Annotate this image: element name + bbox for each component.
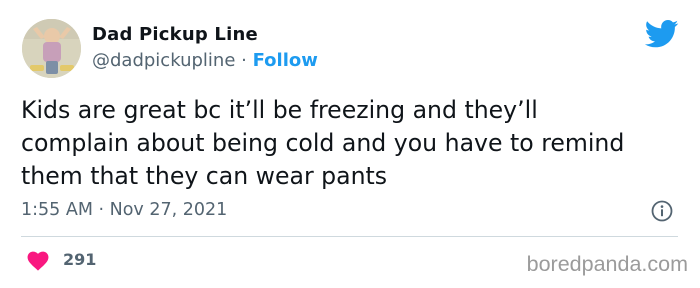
tweet-text-line: them that they can wear pants <box>21 162 388 190</box>
avatar[interactable] <box>22 19 81 78</box>
like-count: 291 <box>63 250 97 269</box>
tweet-text-line: complain about being cold and you have t… <box>21 129 625 157</box>
watermark: boredpanda.com <box>526 252 688 276</box>
handle-separator: · <box>241 50 247 71</box>
divider <box>21 236 678 237</box>
tweet-card: Dad Pickup Line @dadpickupline · Follow … <box>0 0 700 288</box>
author-name[interactable]: Dad Pickup Line <box>92 24 258 45</box>
avatar-image <box>22 19 81 78</box>
tweet-text: Kids are great bc it’ll be freezing and … <box>21 94 686 193</box>
twitter-bird-icon[interactable] <box>645 20 679 48</box>
info-icon[interactable] <box>651 200 673 222</box>
tweet-text-line: Kids are great bc it’ll be freezing and … <box>21 96 538 124</box>
heart-icon[interactable] <box>27 251 49 271</box>
author-handle[interactable]: @dadpickupline <box>92 50 235 71</box>
tweet-timestamp[interactable]: 1:55 AM · Nov 27, 2021 <box>21 200 227 220</box>
follow-button[interactable]: Follow <box>253 50 318 71</box>
author-handle-row: @dadpickupline · Follow <box>92 50 318 71</box>
